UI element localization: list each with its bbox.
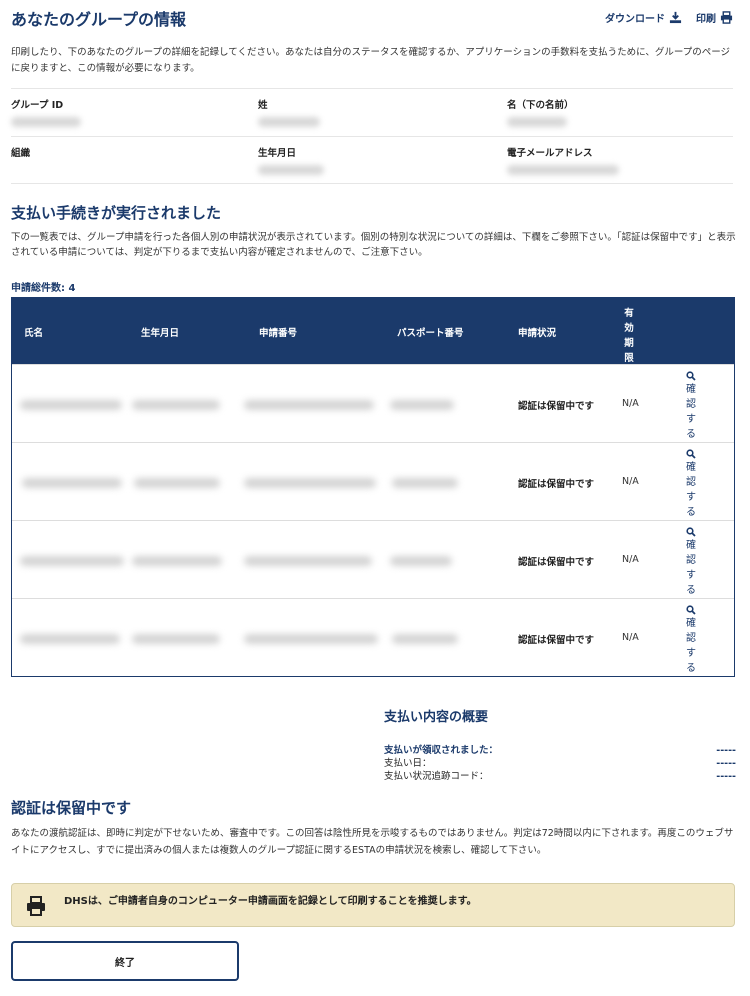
birth-date-redacted	[132, 400, 220, 410]
given-name-label: 名（下の名前）	[507, 100, 574, 111]
info-row: 組織 生年月日 電子メールアドレス	[11, 136, 733, 184]
intro-text: 印刷したり、下のあなたのグループの詳細を記録してください。あなたは自分のステータ…	[11, 47, 731, 74]
header-name: 氏名	[24, 328, 44, 339]
passport-number-redacted	[392, 634, 458, 644]
expiry-text: N/A	[622, 398, 639, 409]
tracking-value: -----	[716, 771, 736, 782]
status-text: 認証は保留中です	[518, 401, 595, 412]
organization-label: 組織	[11, 148, 31, 159]
given-name-field: 名（下の名前）	[507, 97, 574, 127]
magnifier-icon	[686, 605, 696, 615]
birth-date-redacted	[134, 478, 220, 488]
magnifier-icon	[686, 371, 696, 381]
application-number-redacted	[244, 478, 376, 488]
table-header: 氏名 生年月日 申請番号 パスポート番号 申請状況 有効期限	[12, 298, 734, 364]
passport-number-redacted	[392, 478, 458, 488]
passport-number-redacted	[390, 400, 454, 410]
close-button[interactable]: 終了	[11, 941, 239, 981]
magnifier-icon	[686, 527, 696, 537]
organization-field: 組織	[11, 145, 30, 159]
tracking-label: 支払い状況追跡コード：	[384, 771, 489, 782]
pending-title: 認証は保留中です	[11, 799, 132, 817]
print-notice: DHSは、ご申請者自身のコンピューター申請画面を記録として印刷することを推奨しま…	[11, 883, 735, 927]
birth-date-redacted	[132, 634, 220, 644]
header-actions: ダウンロード 印刷	[605, 10, 733, 25]
birth-date-value-redacted	[258, 165, 324, 175]
summary-row-received: 支払いが領収されました： -----	[384, 744, 736, 757]
status-text: 認証は保留中です	[518, 557, 595, 568]
date-label: 支払い日：	[384, 758, 432, 769]
header-birth-date: 生年月日	[141, 328, 180, 339]
pending-description: あなたの渡航認証は、即時に判定が下せないため、審査中です。この回答は陰性所見を示…	[11, 828, 734, 856]
date-value: -----	[716, 758, 736, 769]
table-row: 認証は保留中です N/A 確認する	[12, 520, 734, 598]
table-row: 認証は保留中です N/A 確認する	[12, 442, 734, 520]
header-expiry: 有効期限	[624, 308, 634, 364]
email-field: 電子メールアドレス	[507, 145, 619, 175]
email-value-redacted	[507, 165, 619, 175]
view-link-label: 確認する	[686, 462, 696, 518]
received-value: -----	[716, 745, 736, 756]
header-status: 申請状況	[518, 328, 557, 339]
status-text: 認証は保留中です	[518, 635, 595, 646]
group-id-label: グループ ID	[11, 100, 64, 111]
status-text: 認証は保留中です	[518, 479, 595, 490]
birth-date-label: 生年月日	[258, 148, 297, 159]
table-row: 認証は保留中です N/A 確認する	[12, 364, 734, 442]
payment-section-title: 支払い手続きが実行されました	[11, 204, 222, 222]
birth-date-redacted	[132, 556, 222, 566]
surname-value-redacted	[258, 117, 320, 127]
view-link-label: 確認する	[686, 540, 696, 596]
birth-date-field: 生年月日	[258, 145, 324, 175]
table-row: 認証は保留中です N/A 確認する	[12, 598, 734, 676]
group-id-field: グループ ID	[11, 97, 81, 127]
header-application-number: 申請番号	[259, 328, 298, 339]
view-link[interactable]: 確認する	[686, 449, 704, 520]
expiry-text: N/A	[622, 554, 639, 565]
name-redacted	[20, 634, 120, 644]
expiry-text: N/A	[622, 476, 639, 487]
group-id-value-redacted	[11, 117, 81, 127]
application-number-redacted	[244, 556, 372, 566]
page-header: あなたのグループの情報 ダウンロード 印刷	[11, 6, 739, 30]
summary-row-date: 支払い日： -----	[384, 757, 736, 770]
received-label: 支払いが領収されました：	[384, 745, 499, 756]
total-applications: 申請総件数: 4	[11, 283, 76, 294]
download-icon	[669, 11, 682, 24]
name-redacted	[22, 478, 122, 488]
applications-table: 氏名 生年月日 申請番号 パスポート番号 申請状況 有効期限 認証は保留中です …	[11, 297, 735, 677]
payment-section-description: 下の一覧表では、グループ申請を行った各個人別の申請状況が表示されています。個別の…	[11, 232, 736, 258]
group-info: グループ ID 姓 名（下の名前） 組織 生年月日 電子メールアドレス	[11, 88, 733, 184]
summary-row-tracking: 支払い状況追跡コード： -----	[384, 770, 736, 783]
download-link[interactable]: ダウンロード	[605, 10, 682, 25]
name-redacted	[20, 556, 124, 566]
download-label: ダウンロード	[605, 14, 665, 25]
payment-summary: 支払いが領収されました： ----- 支払い日： ----- 支払い状況追跡コー…	[384, 744, 736, 783]
magnifier-icon	[686, 449, 696, 459]
view-link-label: 確認する	[686, 384, 696, 440]
expiry-text: N/A	[622, 632, 639, 643]
given-name-value-redacted	[507, 117, 567, 127]
view-link[interactable]: 確認する	[686, 527, 704, 598]
surname-field: 姓	[258, 97, 320, 127]
passport-number-redacted	[390, 556, 452, 566]
view-link-label: 確認する	[686, 618, 696, 674]
email-label: 電子メールアドレス	[507, 148, 593, 159]
notice-text: DHSは、ご申請者自身のコンピューター申請画面を記録として印刷することを推奨しま…	[64, 896, 477, 907]
view-link[interactable]: 確認する	[686, 371, 704, 442]
application-number-redacted	[244, 400, 374, 410]
print-link[interactable]: 印刷	[696, 10, 733, 25]
header-passport-number: パスポート番号	[397, 328, 464, 339]
surname-label: 姓	[258, 100, 268, 111]
print-label: 印刷	[696, 14, 716, 25]
name-redacted	[20, 400, 122, 410]
view-link[interactable]: 確認する	[686, 605, 704, 676]
application-number-redacted	[244, 634, 378, 644]
page-title: あなたのグループの情報	[11, 10, 187, 29]
info-row: グループ ID 姓 名（下の名前）	[11, 88, 733, 136]
print-icon	[720, 11, 733, 24]
summary-title: 支払い内容の概要	[384, 710, 489, 725]
printer-icon	[27, 896, 45, 916]
